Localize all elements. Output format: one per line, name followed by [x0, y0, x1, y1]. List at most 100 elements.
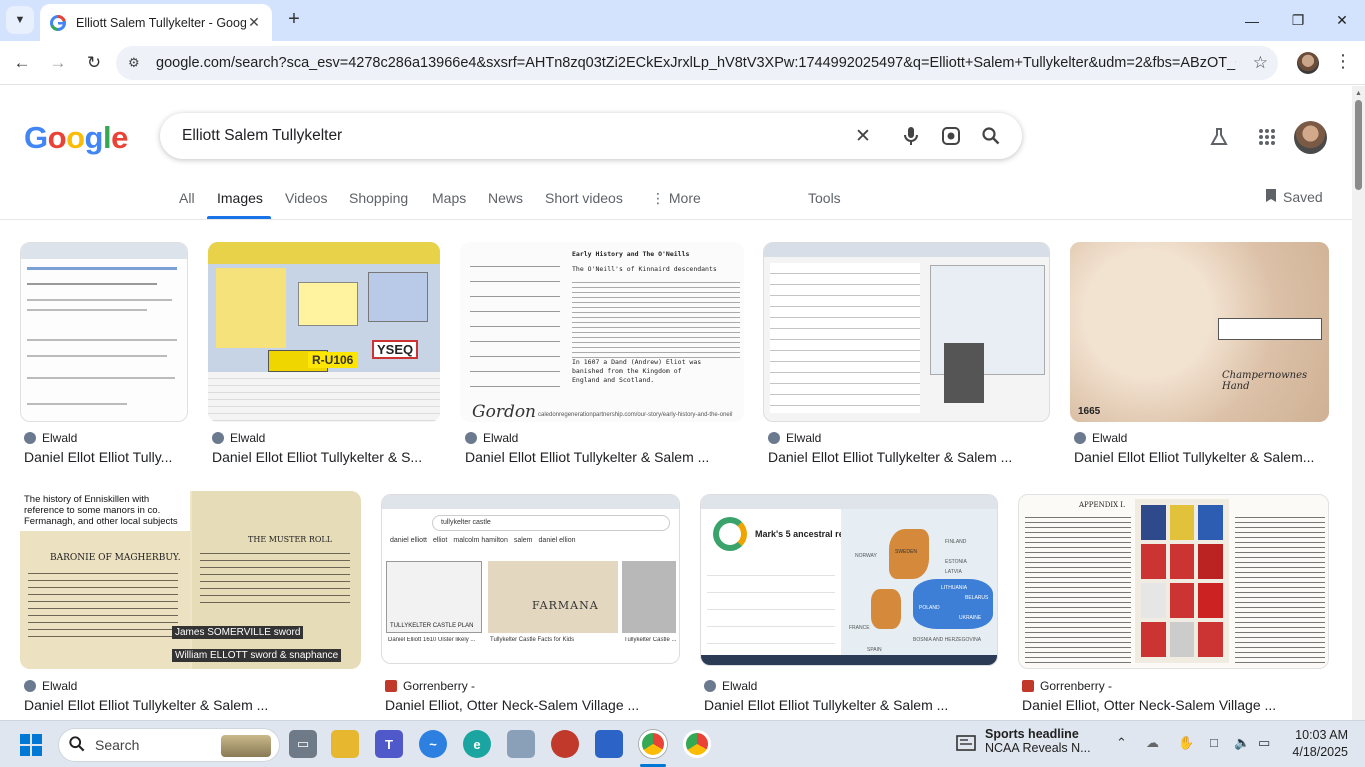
- crest-shield: [1198, 583, 1223, 618]
- onedrive-cloud-icon[interactable]: ☁: [1146, 735, 1159, 751]
- app-icon[interactable]: [551, 730, 579, 758]
- battery-icon[interactable]: ▭: [1258, 735, 1270, 751]
- result-image-5[interactable]: Champernownes Hand 1665: [1070, 242, 1329, 422]
- back-button[interactable]: ←: [8, 49, 36, 77]
- tab-videos[interactable]: Videos: [285, 190, 328, 206]
- teams-icon[interactable]: T: [375, 730, 403, 758]
- tab-maps[interactable]: Maps: [432, 190, 466, 206]
- result-image-1[interactable]: [20, 242, 188, 422]
- profile-avatar-small[interactable]: [1297, 52, 1319, 74]
- display-icon[interactable]: □: [1210, 735, 1218, 750]
- result-title-9[interactable]: Daniel Elliot, Otter Neck-Salem Village …: [1022, 697, 1329, 713]
- tab-short-videos[interactable]: Short videos: [545, 190, 623, 206]
- tab-images[interactable]: Images: [217, 190, 263, 206]
- microphone-icon[interactable]: [899, 124, 923, 148]
- result-source-4[interactable]: Elwald: [768, 431, 821, 445]
- file-explorer-icon[interactable]: [331, 730, 359, 758]
- thumb-map: NORWAY FINLAND SWEDEN ESTONIA LATVIA LIT…: [841, 509, 997, 659]
- tray-app-icon[interactable]: ✋: [1178, 735, 1194, 751]
- news-widget-icon: [956, 734, 976, 757]
- google-logo[interactable]: Google: [24, 120, 128, 156]
- tab-news[interactable]: News: [488, 190, 523, 206]
- browser-tab[interactable]: Elliott Salem Tullykelter - Goog ✕: [40, 4, 272, 41]
- result-image-2[interactable]: R-U106 YSEQ: [208, 242, 440, 422]
- windows-start-icon[interactable]: [20, 734, 42, 761]
- chrome-icon[interactable]: [683, 730, 711, 758]
- thumb-text-column: [1235, 513, 1325, 663]
- account-avatar[interactable]: [1294, 121, 1327, 154]
- address-bar[interactable]: ⚙ google.com/search?sca_esv=4278c286a139…: [116, 46, 1278, 80]
- labs-flask-icon[interactable]: [1206, 124, 1232, 150]
- result-image-9[interactable]: APPENDIX I.: [1018, 494, 1329, 669]
- reload-button[interactable]: ↻: [80, 49, 108, 77]
- result-title-3[interactable]: Daniel Ellot Elliot Tullykelter & Salem …: [465, 449, 744, 465]
- lens-camera-icon[interactable]: [939, 124, 963, 148]
- result-image-4[interactable]: [763, 242, 1050, 422]
- chrome-icon[interactable]: [639, 730, 667, 758]
- thumb-line: [27, 339, 177, 341]
- notepad-icon[interactable]: [595, 730, 623, 758]
- chevron-up-icon[interactable]: ⌃: [1116, 735, 1127, 751]
- result-title-5[interactable]: Daniel Ellot Elliot Tullykelter & Salem.…: [1074, 449, 1329, 465]
- volume-icon[interactable]: 🔈: [1234, 735, 1250, 751]
- result-title-8[interactable]: Daniel Ellot Elliot Tullykelter & Salem …: [704, 697, 998, 713]
- result-source-1[interactable]: Elwald: [24, 431, 77, 445]
- result-source-9[interactable]: Gorrenberry -: [1022, 679, 1112, 693]
- result-image-6[interactable]: The history of Enniskillen with referenc…: [20, 491, 361, 669]
- browser-tab-strip: ▼ Elliott Salem Tullykelter - Goog ✕ + —…: [0, 0, 1365, 41]
- page-scrollbar[interactable]: ▲: [1352, 86, 1365, 720]
- search-input[interactable]: Elliott Salem Tullykelter: [182, 127, 342, 145]
- browser-menu-icon[interactable]: ⋮: [1334, 51, 1352, 72]
- site-info-icon[interactable]: ⚙: [128, 55, 148, 71]
- thumb-browser-bar: [764, 243, 1049, 257]
- result-source-5[interactable]: Elwald: [1074, 431, 1127, 445]
- edge-icon[interactable]: e: [463, 730, 491, 758]
- result-title-4[interactable]: Daniel Ellot Elliot Tullykelter & Salem …: [768, 449, 1050, 465]
- result-title-7[interactable]: Daniel Elliot, Otter Neck-Salem Village …: [385, 697, 680, 713]
- thumb-list: [707, 559, 835, 651]
- saved-button[interactable]: Saved: [1265, 188, 1323, 206]
- app-icon[interactable]: [507, 730, 535, 758]
- close-tab-icon[interactable]: ✕: [246, 14, 262, 31]
- forward-button[interactable]: →: [44, 49, 72, 77]
- thumb-line: [27, 377, 175, 379]
- taskbar-clock[interactable]: 10:03 AM 4/18/2025: [1290, 727, 1348, 761]
- shield-favicon-icon: [385, 680, 397, 692]
- search-icon[interactable]: [979, 124, 1003, 148]
- app-icon[interactable]: ~: [419, 730, 447, 758]
- apps-grid-icon[interactable]: [1254, 124, 1280, 150]
- thumb-caption: Tullykelter Castle ...: [624, 637, 677, 643]
- scrollbar-thumb[interactable]: [1355, 100, 1362, 190]
- crest-shield: [1141, 622, 1166, 657]
- result-title-1[interactable]: Daniel Ellot Elliot Tully...: [24, 449, 188, 465]
- result-image-3[interactable]: Gordon Early History and The O'Neills Th…: [460, 242, 744, 422]
- new-tab-button[interactable]: +: [282, 8, 306, 32]
- scroll-up-icon[interactable]: ▲: [1355, 90, 1362, 97]
- result-title-2[interactable]: Daniel Ellot Elliot Tullykelter & S...: [212, 449, 440, 465]
- close-window-button[interactable]: ✕: [1319, 0, 1365, 41]
- result-source-6[interactable]: Elwald: [24, 679, 77, 693]
- bookmark-star-icon[interactable]: ☆: [1253, 53, 1268, 73]
- tab-tools[interactable]: Tools: [808, 190, 841, 206]
- thumb-line: [27, 309, 147, 311]
- search-box[interactable]: Elliott Salem Tullykelter ✕: [160, 113, 1022, 159]
- news-widget[interactable]: Sports headline NCAA Reveals N...: [985, 727, 1091, 755]
- shield-favicon-icon: [1022, 680, 1034, 692]
- thumb-country: SWEDEN: [895, 549, 917, 555]
- result-source-2[interactable]: Elwald: [212, 431, 265, 445]
- taskbar-search[interactable]: Search: [58, 728, 280, 762]
- result-source-3[interactable]: Elwald: [465, 431, 518, 445]
- tab-search-button[interactable]: ▼: [6, 6, 34, 34]
- result-source-8[interactable]: Elwald: [704, 679, 757, 693]
- result-image-7[interactable]: tullykelter castle daniel elliott elliot…: [381, 494, 680, 664]
- result-image-8[interactable]: Mark's 5 ancestral regions NORWAY FINLAN…: [700, 494, 998, 666]
- result-title-6[interactable]: Daniel Ellot Elliot Tullykelter & Salem …: [24, 697, 361, 713]
- tab-more[interactable]: ⋮ More: [651, 190, 701, 207]
- tab-all[interactable]: All: [179, 190, 195, 206]
- result-source-7[interactable]: Gorrenberry -: [385, 679, 475, 693]
- clear-icon[interactable]: ✕: [851, 124, 875, 148]
- maximize-button[interactable]: ❐: [1275, 0, 1321, 41]
- minimize-button[interactable]: —: [1229, 0, 1275, 41]
- task-view-icon[interactable]: ▭: [289, 730, 317, 758]
- tab-shopping[interactable]: Shopping: [349, 190, 408, 206]
